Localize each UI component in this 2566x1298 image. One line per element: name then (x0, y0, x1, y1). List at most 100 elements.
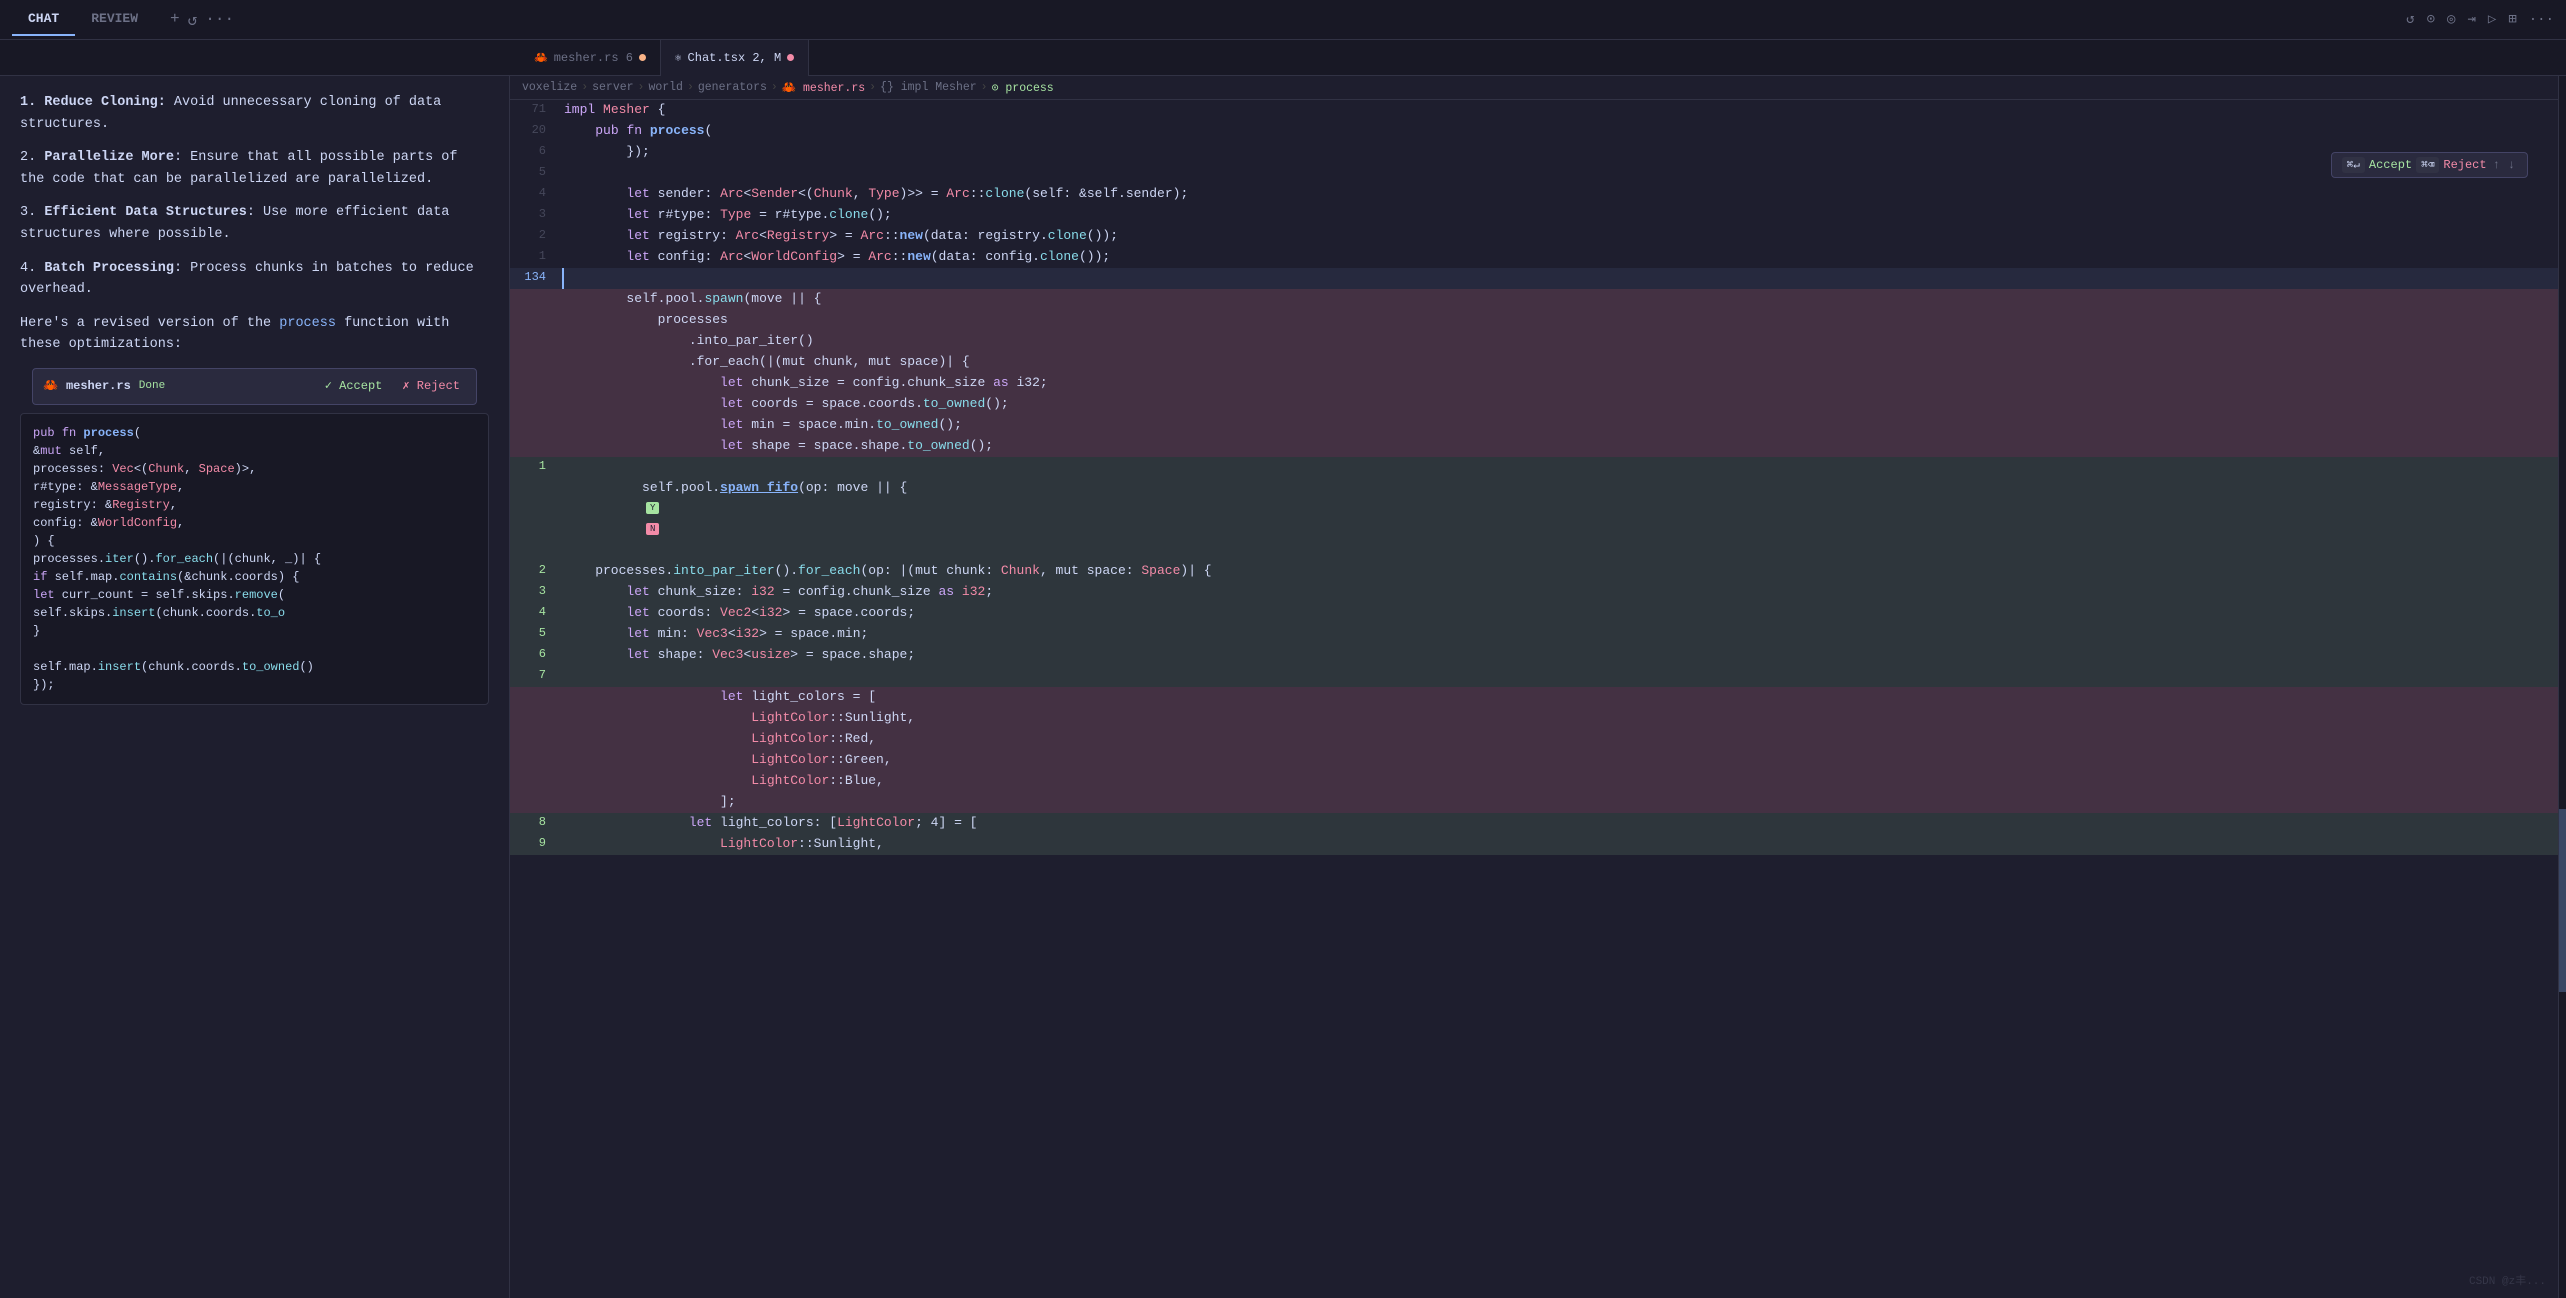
line-4: 4 let sender: Arc<Sender<(Chunk, Type)>>… (510, 184, 2558, 205)
code-line-12: } (33, 622, 476, 640)
code-line-8: processes.iter().for_each(|(chunk, _)| { (33, 550, 476, 568)
line-134: 134 (510, 268, 2558, 289)
down-arrow-icon[interactable]: ↓ (2506, 158, 2517, 172)
code-line-4: r#type: &MessageType, (33, 478, 476, 496)
deleted-3: .into_par_iter() (510, 331, 2558, 352)
bc-world: world (648, 81, 683, 94)
chat-item-3: 3. Efficient Data Structures: Use more e… (20, 202, 489, 245)
code-line-10: let curr_count = self.skips.remove( (33, 586, 476, 604)
undo-icon[interactable]: ↺ (2406, 11, 2414, 28)
bc-voxelize: voxelize (522, 81, 577, 94)
overflow-icon[interactable]: ··· (2529, 12, 2554, 28)
deleted-8: let shape = space.shape.to_owned(); (510, 436, 2558, 457)
target-icon[interactable]: ⊙ (2427, 11, 2435, 28)
diff-done-badge: Done (139, 378, 165, 396)
deleted-1: self.pool.spawn(move || { (510, 289, 2558, 310)
added-5: 5 let min: Vec3<i32> = space.min; (510, 624, 2558, 645)
deleted-lc6: ]; (510, 792, 2558, 813)
added-4: 4 let coords: Vec2<i32> = space.coords; (510, 603, 2558, 624)
editor-tabs: 🦀 mesher.rs 6 ⚛ Chat.tsx 2, M (0, 40, 2566, 76)
deleted-lc1: let light_colors = [ (510, 687, 2558, 708)
added-6: 6 let shape: Vec3<usize> = space.shape; (510, 645, 2558, 666)
no-badge: N (646, 523, 659, 535)
title-bar-right: ↺ ⊙ ◎ ⇥ ▷ ⊞ ··· (2406, 11, 2554, 28)
float-accept-bar: ⌘↵ Accept ⌘⌫ Reject ↑ ↓ (2331, 152, 2528, 178)
react-icon: ⚛ (675, 51, 682, 65)
line-71: 71 impl Mesher { (510, 100, 2558, 121)
float-accept-label[interactable]: Accept (2369, 158, 2412, 172)
code-editor[interactable]: 71 impl Mesher { 20 pub fn process( 6 })… (510, 100, 2558, 1298)
play-icon[interactable]: ▷ (2488, 11, 2496, 28)
diff-accept-button[interactable]: ✓ Accept (319, 375, 389, 398)
tab-review[interactable]: REVIEW (75, 3, 154, 36)
added-8: 8 let light_colors: [LightColor; 4] = [ (510, 813, 2558, 834)
rust-icon: 🦀 (534, 51, 548, 65)
more-icon[interactable]: ··· (205, 10, 234, 30)
code-line-11: self.skips.insert(chunk.coords.to_o (33, 604, 476, 622)
added-3: 3 let chunk_size: i32 = config.chunk_siz… (510, 582, 2558, 603)
deleted-7: let min = space.min.to_owned(); (510, 415, 2558, 436)
chat-modified-dot (787, 54, 794, 61)
chat-tab-label: Chat.tsx 2, M (688, 51, 782, 65)
tab-chat[interactable]: CHAT (12, 3, 75, 36)
diff-accept-bar: 🦀 mesher.rs Done ✓ Accept ✗ Reject (32, 368, 477, 405)
add-icon[interactable]: + (170, 10, 180, 30)
code-line-5: registry: &Registry, (33, 496, 476, 514)
code-line-14: self.map.insert(chunk.coords.to_owned() (33, 658, 476, 676)
editor-panel: voxelize › server › world › generators ›… (510, 76, 2558, 1298)
rust-file-icon: 🦀 (43, 377, 58, 396)
diff-file-name: mesher.rs (66, 377, 131, 396)
float-reject-label[interactable]: Reject (2443, 158, 2486, 172)
minimap-viewport (2559, 809, 2566, 992)
deleted-2: processes (510, 310, 2558, 331)
tab-mesher-rs[interactable]: 🦀 mesher.rs 6 (520, 40, 661, 76)
breadcrumb: voxelize › server › world › generators ›… (510, 76, 2558, 100)
diff-reject-button[interactable]: ✗ Reject (396, 375, 466, 398)
added-1: 1 self.pool.spawn_fifo(op: move || { Y N (510, 457, 2558, 561)
circle-icon[interactable]: ◎ (2447, 11, 2455, 28)
code-line-2: &mut self, (33, 442, 476, 460)
tab-group: CHAT REVIEW (12, 3, 154, 36)
line-20: 20 pub fn process( (510, 121, 2558, 142)
minimap[interactable] (2558, 76, 2566, 1298)
added-9: 9 LightColor::Sunlight, (510, 834, 2558, 855)
line-1: 1 let config: Arc<WorldConfig> = Arc::ne… (510, 247, 2558, 268)
code-line-13 (33, 640, 476, 658)
line-3: 3 let r#type: Type = r#type.clone(); (510, 205, 2558, 226)
line-2: 2 let registry: Arc<Registry> = Arc::new… (510, 226, 2558, 247)
code-line-7: ) { (33, 532, 476, 550)
bc-impl: {} impl Mesher (880, 81, 977, 94)
chat-item-1: 1. Reduce Cloning: Avoid unnecessary clo… (20, 92, 489, 135)
forward-icon[interactable]: ⇥ (2467, 11, 2475, 28)
chat-panel: 1. Reduce Cloning: Avoid unnecessary clo… (0, 76, 510, 1298)
code-line-6: config: &WorldConfig, (33, 514, 476, 532)
line-5: 5 (510, 163, 2558, 184)
tab-chat-tsx[interactable]: ⚛ Chat.tsx 2, M (661, 40, 809, 76)
added-7: 7 (510, 666, 2558, 687)
deleted-4: .for_each(|(mut chunk, mut space)| { (510, 352, 2558, 373)
process-link[interactable]: process (279, 316, 336, 331)
code-line-3: processes: Vec<(Chunk, Space)>, (33, 460, 476, 478)
line-6: 6 }); (510, 142, 2558, 163)
watermark: CSDN @z丰... (2469, 1272, 2546, 1288)
deleted-5: let chunk_size = config.chunk_size as i3… (510, 373, 2558, 394)
code-line-1: pub fn process( (33, 424, 476, 442)
code-block: pub fn process( &mut self, processes: Ve… (20, 413, 489, 705)
bc-generators: generators (698, 81, 767, 94)
accept-kbd: ⌘↵ (2342, 157, 2365, 173)
history-icon[interactable]: ↺ (188, 10, 198, 30)
chat-item-2: 2. Parallelize More: Ensure that all pos… (20, 147, 489, 190)
title-bar: CHAT REVIEW + ↺ ··· ↺ ⊙ ◎ ⇥ ▷ ⊞ ··· (0, 0, 2566, 40)
split-icon[interactable]: ⊞ (2508, 11, 2516, 28)
bc-file: 🦀 mesher.rs (782, 80, 865, 95)
chat-content: 1. Reduce Cloning: Avoid unnecessary clo… (0, 76, 509, 1298)
chat-item-4: 4. Batch Processing: Process chunks in b… (20, 258, 489, 301)
bc-fn: ⊙ process (992, 80, 1054, 95)
deleted-lc2: LightColor::Sunlight, (510, 708, 2558, 729)
deleted-6: let coords = space.coords.to_owned(); (510, 394, 2558, 415)
title-bar-actions: + ↺ ··· (170, 10, 234, 30)
up-arrow-icon[interactable]: ↑ (2491, 158, 2502, 172)
deleted-lc5: LightColor::Blue, (510, 771, 2558, 792)
deleted-lc4: LightColor::Green, (510, 750, 2558, 771)
bc-server: server (592, 81, 633, 94)
